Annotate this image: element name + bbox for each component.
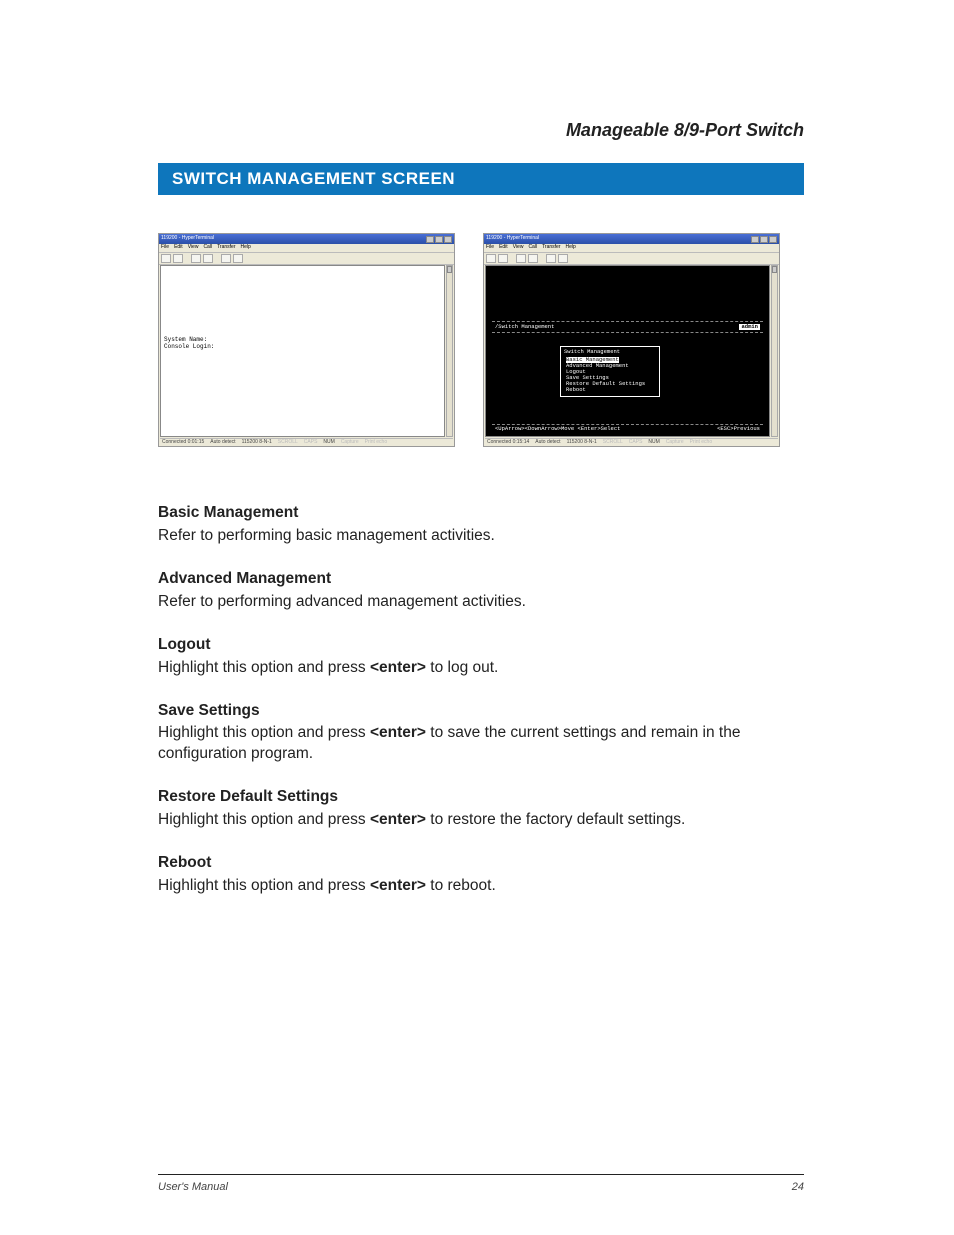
- window-title: 119200 - HyperTerminal: [161, 236, 425, 242]
- status-num: NUM: [648, 440, 659, 446]
- menu-item: Call: [528, 245, 537, 251]
- menu-item: Call: [203, 245, 212, 251]
- toolbar-icon: [546, 254, 556, 263]
- terminal-menu-item: Reboot: [566, 387, 656, 393]
- window-title: 119200 - HyperTerminal: [486, 236, 750, 242]
- terminal-help-line: <UpArrow><DownArrow>Move <Enter>Select <…: [492, 424, 763, 432]
- scrollbar: [771, 265, 778, 437]
- status-detect: Auto detect: [535, 440, 560, 446]
- definition-text: Highlight this option and press <enter> …: [158, 658, 804, 679]
- screenshot-menu: 119200 - HyperTerminal File Edit View Ca…: [483, 233, 780, 447]
- minimize-icon: [751, 236, 759, 243]
- definition-term: Logout: [158, 635, 804, 656]
- menu-item: Help: [241, 245, 251, 251]
- maximize-icon: [760, 236, 768, 243]
- status-caps: CAPS: [304, 440, 318, 446]
- status-caps: CAPS: [629, 440, 643, 446]
- definition-term: Reboot: [158, 853, 804, 874]
- status-connected: Connected 0:01:15: [162, 440, 204, 446]
- toolbar-icon: [191, 254, 201, 263]
- menu-item: File: [486, 245, 494, 251]
- breadcrumb-path: /Switch Management: [495, 324, 739, 330]
- status-bar: Connected 0:15:14 Auto detect 115200 8-N…: [485, 438, 778, 446]
- definition-term: Save Settings: [158, 701, 804, 722]
- minimize-icon: [426, 236, 434, 243]
- status-scroll: SCROLL: [603, 440, 623, 446]
- definition-text: Highlight this option and press <enter> …: [158, 876, 804, 897]
- toolbar-icon: [516, 254, 526, 263]
- help-keys-move: <UpArrow><DownArrow>Move <Enter>Select: [495, 426, 717, 432]
- status-bar: Connected 0:01:15 Auto detect 115200 8-N…: [160, 438, 453, 446]
- help-keys-prev: <ESC>Previous: [717, 426, 760, 432]
- status-num: NUM: [323, 440, 334, 446]
- footer-doc-title: User's Manual: [158, 1181, 792, 1193]
- status-print: Print echo: [365, 440, 388, 446]
- status-detect: Auto detect: [210, 440, 235, 446]
- status-capture: Capture: [341, 440, 359, 446]
- definition-term: Advanced Management: [158, 569, 804, 590]
- menu-item: Transfer: [542, 245, 560, 251]
- toolbar-icon: [221, 254, 231, 263]
- status-rate: 115200 8-N-1: [567, 440, 597, 446]
- terminal-line: Console Login:: [164, 344, 441, 351]
- product-name: Manageable 8/9-Port Switch: [158, 120, 804, 141]
- close-icon: [444, 236, 452, 243]
- page-footer: User's Manual 24: [158, 1181, 804, 1193]
- footer-page-number: 24: [792, 1181, 804, 1193]
- status-capture: Capture: [666, 440, 684, 446]
- status-print: Print echo: [690, 440, 713, 446]
- toolbar-icon: [161, 254, 171, 263]
- menu-item: Edit: [499, 245, 508, 251]
- toolbar-icon: [233, 254, 243, 263]
- definition-text: Highlight this option and press <enter> …: [158, 723, 804, 765]
- terminal-body: /Switch Management admin Switch Manageme…: [485, 265, 770, 437]
- menu-item: Edit: [174, 245, 183, 251]
- definition-text: Refer to performing advanced management …: [158, 592, 804, 613]
- window-menubar: File Edit View Call Transfer Help: [484, 244, 779, 253]
- menu-item: Transfer: [217, 245, 235, 251]
- terminal-breadcrumb: /Switch Management admin: [492, 321, 763, 333]
- menu-item: File: [161, 245, 169, 251]
- definition-text: Highlight this option and press <enter> …: [158, 810, 804, 831]
- scrollbar: [446, 265, 453, 437]
- screenshot-login: 119200 - HyperTerminal File Edit View Ca…: [158, 233, 455, 447]
- screenshot-row: 119200 - HyperTerminal File Edit View Ca…: [158, 233, 804, 447]
- definitions-list: Basic Management Refer to performing bas…: [158, 503, 804, 897]
- toolbar-icon: [486, 254, 496, 263]
- menu-item: View: [513, 245, 524, 251]
- terminal-menu: Switch Management Basic Management Advan…: [560, 346, 660, 397]
- window-titlebar: 119200 - HyperTerminal: [159, 234, 454, 244]
- current-user: admin: [739, 324, 760, 330]
- close-icon: [769, 236, 777, 243]
- scrollbar-thumb: [772, 266, 777, 273]
- terminal-menu-items: Basic Management Advanced Management Log…: [564, 357, 656, 393]
- toolbar-icon: [203, 254, 213, 263]
- page: Manageable 8/9-Port Switch SWITCH MANAGE…: [0, 0, 954, 1235]
- status-scroll: SCROLL: [278, 440, 298, 446]
- footer-rule: [158, 1174, 804, 1175]
- definition-term: Basic Management: [158, 503, 804, 524]
- window-titlebar: 119200 - HyperTerminal: [484, 234, 779, 244]
- terminal-body: System Name: Console Login:: [160, 265, 445, 437]
- maximize-icon: [435, 236, 443, 243]
- window-toolbar: [159, 253, 454, 265]
- toolbar-icon: [528, 254, 538, 263]
- status-rate: 115200 8-N-1: [242, 440, 272, 446]
- toolbar-icon: [498, 254, 508, 263]
- section-heading: SWITCH MANAGEMENT SCREEN: [158, 163, 804, 195]
- window-menubar: File Edit View Call Transfer Help: [159, 244, 454, 253]
- window-toolbar: [484, 253, 779, 265]
- scrollbar-thumb: [447, 266, 452, 273]
- status-connected: Connected 0:15:14: [487, 440, 529, 446]
- menu-item: Help: [566, 245, 576, 251]
- definition-text: Refer to performing basic management act…: [158, 526, 804, 547]
- toolbar-icon: [558, 254, 568, 263]
- menu-item: View: [188, 245, 199, 251]
- definition-term: Restore Default Settings: [158, 787, 804, 808]
- toolbar-icon: [173, 254, 183, 263]
- terminal-menu-title: Switch Management: [564, 349, 656, 355]
